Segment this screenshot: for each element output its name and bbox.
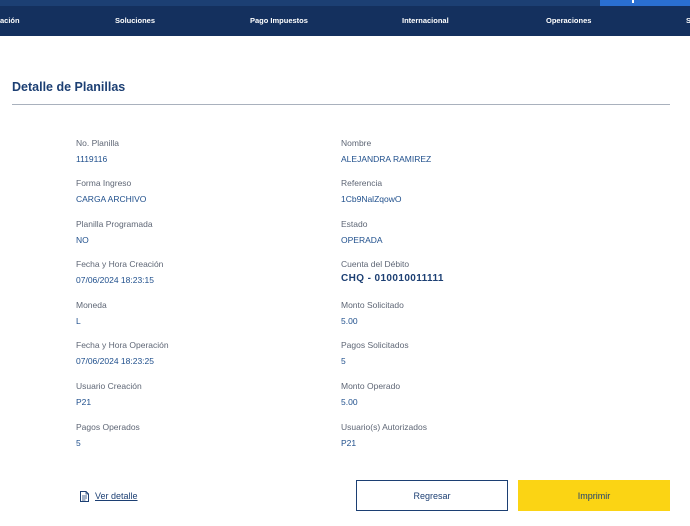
- field-nombre: Nombre ALEJANDRA RAMIREZ: [341, 138, 581, 165]
- field-label: Referencia: [341, 178, 383, 188]
- regresar-button[interactable]: Regresar: [356, 480, 508, 511]
- field-label: Forma Ingreso: [76, 178, 132, 188]
- field-label: Fecha y Hora Creación: [76, 259, 164, 269]
- field-estado: Estado OPERADA: [341, 219, 581, 246]
- field-planilla-programada: Planilla Programada NO: [76, 219, 316, 246]
- document-icon: [80, 490, 89, 502]
- field-label: Moneda: [76, 300, 107, 310]
- field-label: Monto Solicitado: [341, 300, 404, 310]
- field-label: Monto Operado: [341, 381, 401, 391]
- field-value: L: [76, 316, 81, 326]
- field-monto-operado: Monto Operado 5.00: [341, 381, 581, 408]
- nav-item-operaciones[interactable]: Operaciones: [546, 6, 591, 36]
- ver-detalle-label[interactable]: Ver detalle: [95, 491, 138, 501]
- field-label: Cuenta del Débito: [341, 259, 410, 269]
- field-value: NO: [76, 235, 89, 245]
- field-value: ALEJANDRA RAMIREZ: [341, 154, 432, 164]
- nav-item-pago-impuestos[interactable]: Pago Impuestos: [250, 6, 308, 36]
- field-pagos-operados: Pagos Operados 5: [76, 422, 316, 449]
- field-cuenta-debito: Cuenta del Débito CHQ - 010010011111: [341, 259, 581, 284]
- field-value: CARGA ARCHIVO: [76, 194, 147, 204]
- field-value: 5.00: [341, 397, 358, 407]
- accent-tick: [632, 0, 634, 3]
- field-value: P21: [341, 438, 357, 448]
- field-value: 5: [76, 438, 81, 448]
- field-value: 07/06/2024 18:23:25: [76, 356, 154, 366]
- field-monto-solicitado: Monto Solicitado 5.00: [341, 300, 581, 327]
- page-title: Detalle de Planillas: [12, 80, 126, 94]
- field-value: 5: [341, 356, 346, 366]
- field-moneda: Moneda L: [76, 300, 316, 327]
- title-divider: [12, 104, 670, 105]
- field-value: 07/06/2024 18:23:15: [76, 275, 154, 285]
- field-value: OPERADA: [341, 235, 383, 245]
- field-label: Estado: [341, 219, 368, 229]
- field-pagos-solicitados: Pagos Solicitados 5: [341, 340, 581, 367]
- field-label: Usuario Creación: [76, 381, 142, 391]
- nav-item-soluciones[interactable]: Soluciones: [115, 6, 155, 36]
- field-label: No. Planilla: [76, 138, 119, 148]
- field-fecha-creacion: Fecha y Hora Creación 07/06/2024 18:23:1…: [76, 259, 316, 286]
- field-label: Usuario(s) Autorizados: [341, 422, 427, 432]
- field-label: Nombre: [341, 138, 372, 148]
- imprimir-button[interactable]: Imprimir: [518, 480, 670, 511]
- ver-detalle-link[interactable]: Ver detalle: [80, 488, 138, 504]
- field-usuario-creacion: Usuario Creación P21: [76, 381, 316, 408]
- nav-item-partial[interactable]: ación: [0, 6, 20, 36]
- nav-item-internacional[interactable]: Internacional: [402, 6, 449, 36]
- nav-item-overflow[interactable]: S: [686, 6, 690, 36]
- field-value: CHQ - 010010011111: [341, 273, 444, 284]
- field-fecha-operacion: Fecha y Hora Operación 07/06/2024 18:23:…: [76, 340, 316, 367]
- field-value: 5.00: [341, 316, 358, 326]
- field-value: 1Cb9NalZqowO: [341, 194, 402, 204]
- field-no-planilla: No. Planilla 1119116: [76, 138, 316, 165]
- field-value: 1119116: [76, 154, 108, 164]
- main-nav: ación Soluciones Pago Impuestos Internac…: [0, 6, 690, 36]
- field-label: Pagos Operados: [76, 422, 140, 432]
- field-referencia: Referencia 1Cb9NalZqowO: [341, 178, 581, 205]
- field-label: Pagos Solicitados: [341, 340, 409, 350]
- field-usuarios-autorizados: Usuario(s) Autorizados P21: [341, 422, 581, 449]
- field-forma-ingreso: Forma Ingreso CARGA ARCHIVO: [76, 178, 316, 205]
- field-label: Fecha y Hora Operación: [76, 340, 169, 350]
- field-label: Planilla Programada: [76, 219, 153, 229]
- field-value: P21: [76, 397, 92, 407]
